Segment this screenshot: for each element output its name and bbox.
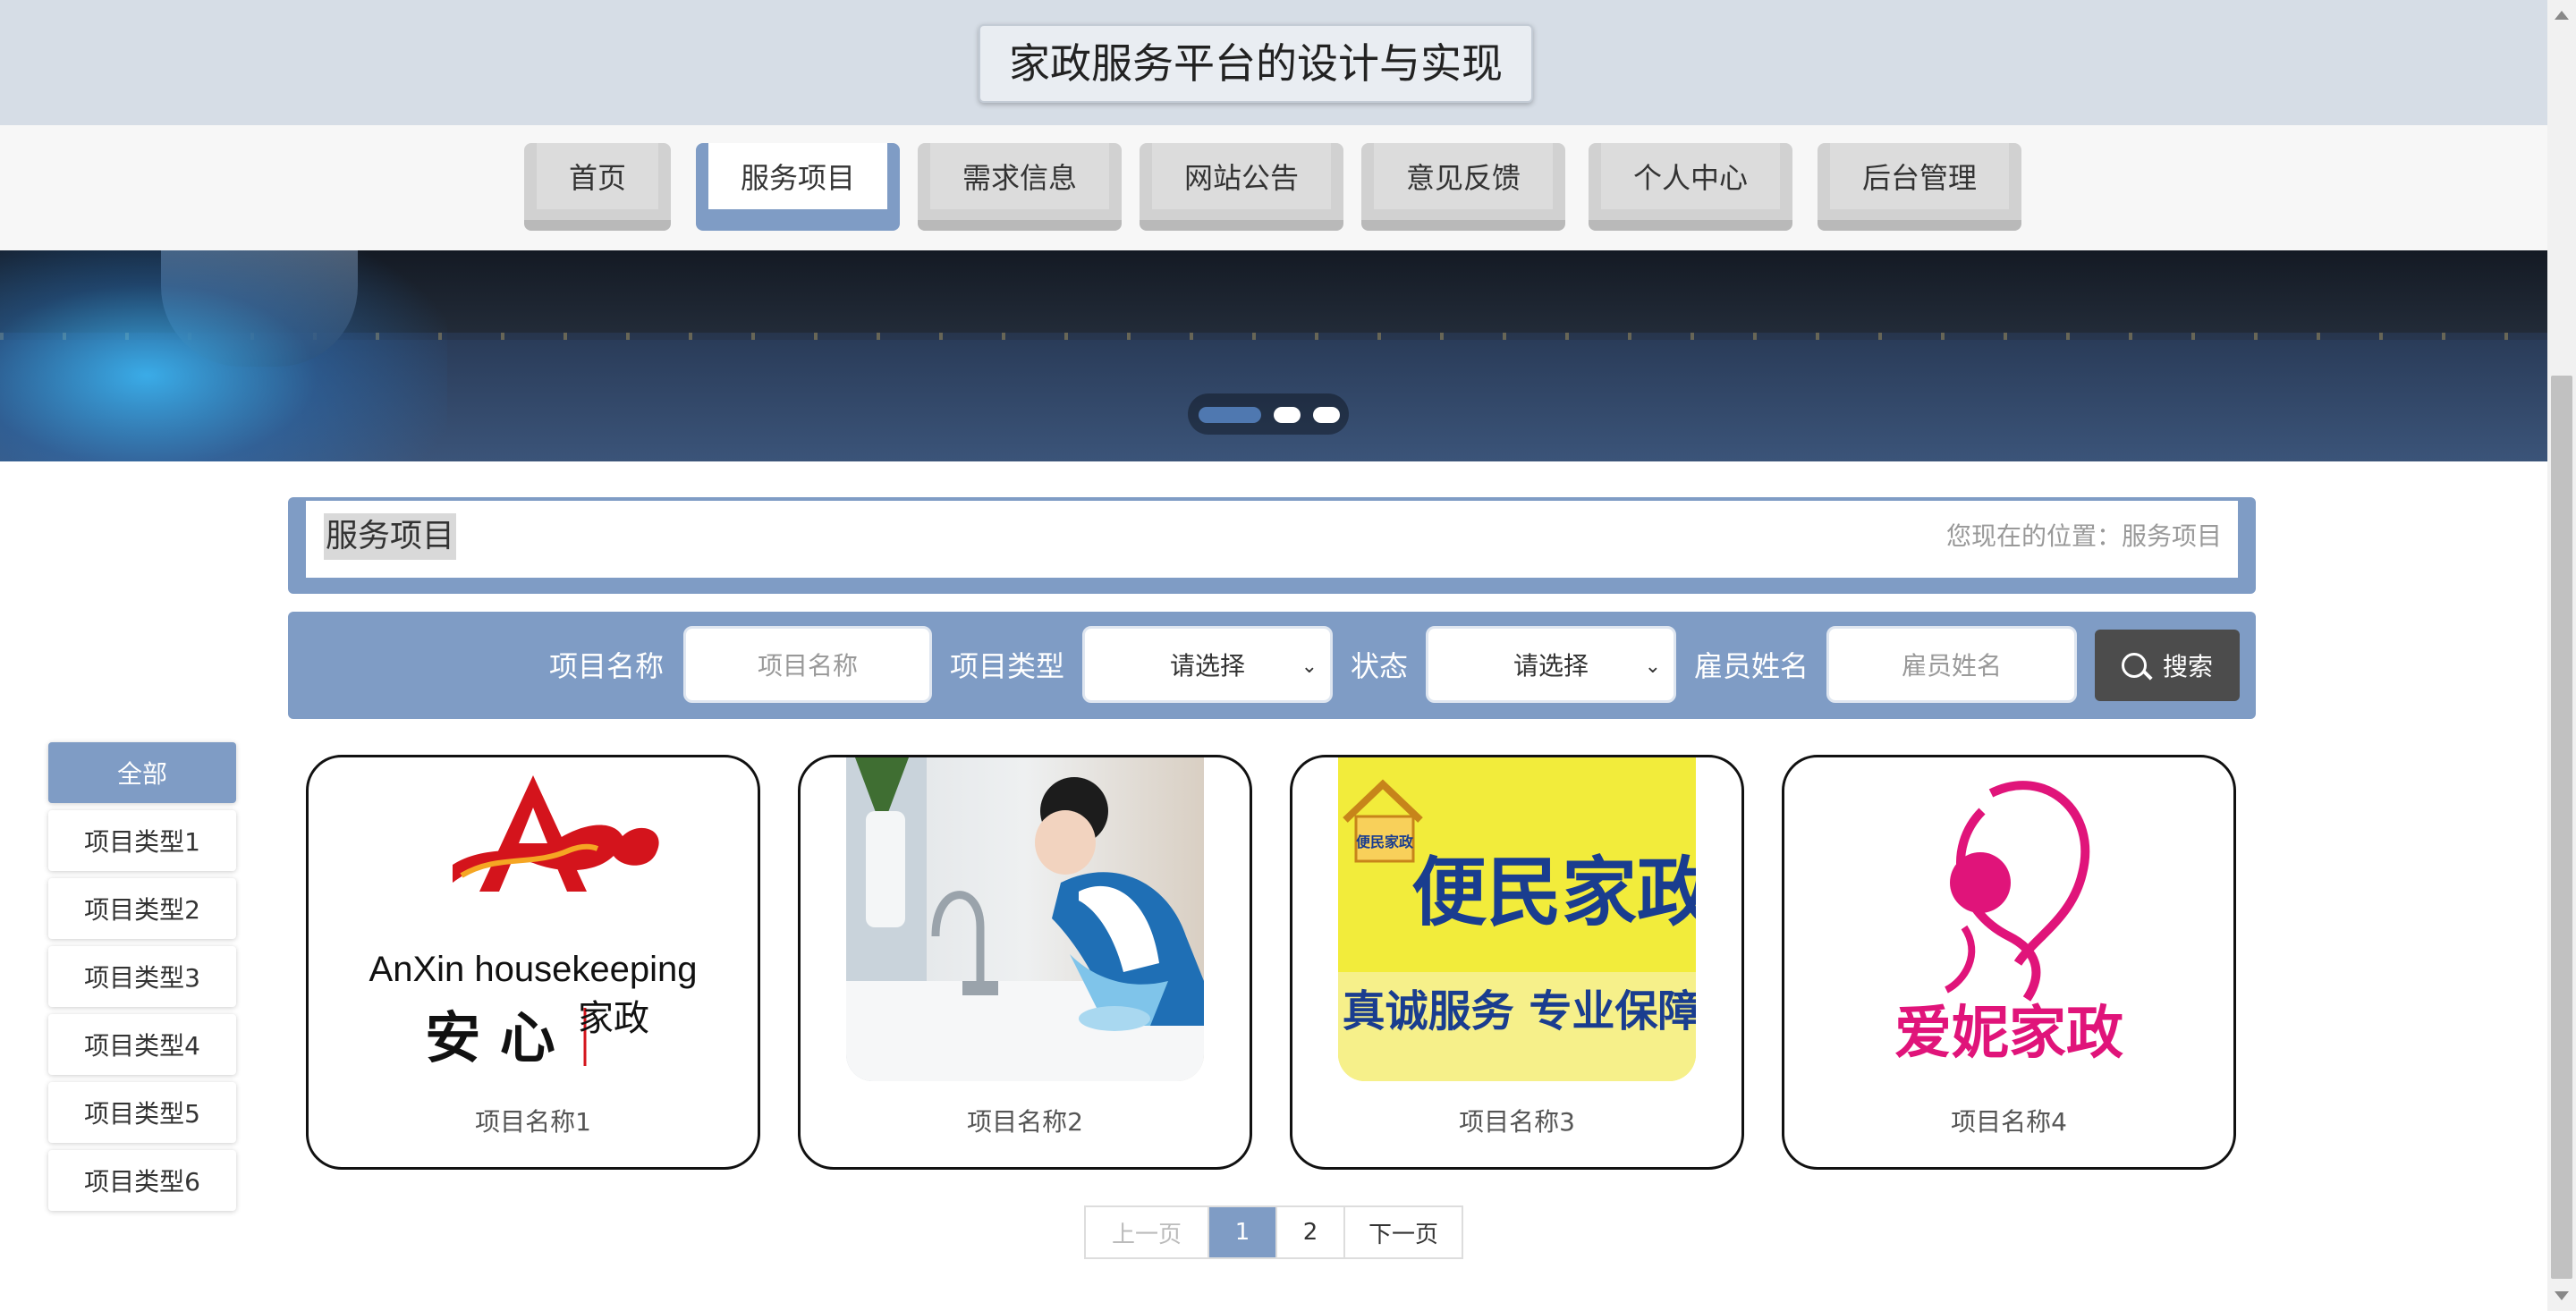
employee-name-label: 雇员姓名 — [1694, 649, 1809, 683]
status-value: 请选择 — [1513, 651, 1589, 681]
service-card-name: 项目名称2 — [967, 1107, 1083, 1137]
next-page-button[interactable]: 下一页 — [1345, 1207, 1462, 1257]
aini-logo: 爱妮家政 — [1830, 757, 2188, 1081]
carousel-indicators — [1188, 393, 1349, 435]
status-label: 状态 — [1351, 649, 1409, 683]
project-type-select[interactable]: 请选择 ⌄ — [1082, 626, 1333, 703]
project-type-label: 项目类型 — [950, 649, 1065, 683]
service-card-name: 项目名称4 — [1951, 1107, 2067, 1137]
carousel-dot-3[interactable] — [1313, 407, 1340, 423]
anxin-logo-image: AnXin housekeeping 安 心 家政 — [354, 757, 712, 1081]
carousel-dot-2[interactable] — [1274, 407, 1301, 423]
pagination: 上一页 1 2 下一页 — [1084, 1205, 1463, 1259]
nav-label: 服务项目 — [708, 143, 887, 209]
bianmin-logo: 便民家政 便民家政 真诚服务 专业保障 — [1338, 757, 1696, 1081]
nav-announcements[interactable]: 网站公告 — [1140, 143, 1343, 231]
category-type-1[interactable]: 项目类型1 — [48, 810, 236, 871]
category-type-4[interactable]: 项目类型4 — [48, 1014, 236, 1075]
service-card-name: 项目名称1 — [475, 1107, 591, 1137]
cleaning-photo — [846, 757, 1204, 1081]
carousel-dot-1[interactable] — [1199, 407, 1261, 423]
category-all[interactable]: 全部 — [48, 742, 236, 803]
site-title: 家政服务平台的设计与实现 — [979, 24, 1533, 103]
nav-home[interactable]: 首页 — [524, 143, 671, 231]
nav-label: 网站公告 — [1152, 143, 1331, 209]
nav-profile[interactable]: 个人中心 — [1589, 143, 1792, 231]
cleaning-photo-art — [846, 757, 1204, 1081]
search-button-label: 搜索 — [2162, 652, 2213, 681]
nav-label: 意见反馈 — [1374, 143, 1553, 209]
service-card-name: 项目名称3 — [1459, 1107, 1575, 1137]
service-card[interactable]: 项目名称2 — [798, 755, 1252, 1170]
logo-text-main: 便民家政 — [1411, 849, 1696, 936]
category-type-2[interactable]: 项目类型2 — [48, 878, 236, 939]
nav-admin[interactable]: 后台管理 — [1818, 143, 2021, 231]
anxin-logo: AnXin housekeeping 安 心 家政 — [354, 757, 712, 1081]
scroll-up-icon[interactable] — [2555, 11, 2569, 20]
scroll-down-icon[interactable] — [2555, 1291, 2569, 1300]
status-select[interactable]: 请选择 ⌄ — [1426, 626, 1676, 703]
page-1-button[interactable]: 1 — [1209, 1207, 1277, 1257]
nav-label: 后台管理 — [1830, 143, 2009, 209]
search-icon — [2121, 653, 2147, 678]
logo-text-cn: 安 心 — [425, 1005, 555, 1070]
page-title: 服务项目 — [324, 513, 457, 560]
logo-badge-text: 便民家政 — [1356, 833, 1414, 850]
logo-text-sub: 真诚服务 专业保障 — [1343, 986, 1696, 1036]
chevron-down-icon: ⌄ — [1644, 656, 1661, 678]
service-card[interactable]: 便民家政 便民家政 真诚服务 专业保障 项目名称3 — [1290, 755, 1744, 1170]
employee-name-input[interactable]: 雇员姓名 — [1826, 626, 2077, 703]
scrollbar[interactable] — [2547, 0, 2576, 1311]
bianmin-logo-image: 便民家政 便民家政 真诚服务 专业保障 — [1338, 757, 1696, 1081]
chevron-down-icon: ⌄ — [1301, 656, 1318, 678]
nav-label: 首页 — [537, 143, 658, 209]
category-type-3[interactable]: 项目类型3 — [48, 946, 236, 1007]
service-card[interactable]: AnXin housekeeping 安 心 家政 项目名称1 — [306, 755, 760, 1170]
logo-text-en: AnXin housekeeping — [369, 950, 698, 989]
project-name-label: 项目名称 — [549, 649, 665, 683]
page-2-button[interactable]: 2 — [1277, 1207, 1345, 1257]
prev-page-button[interactable]: 上一页 — [1086, 1207, 1209, 1257]
logo-text-side: 家政 — [578, 998, 649, 1039]
logo-text: 爱妮家政 — [1894, 1001, 2123, 1067]
service-card[interactable]: 爱妮家政 项目名称4 — [1782, 755, 2236, 1170]
scrollbar-thumb[interactable] — [2551, 376, 2572, 1279]
nav-services[interactable]: 服务项目 — [696, 143, 900, 231]
nav-demands[interactable]: 需求信息 — [918, 143, 1122, 231]
aini-logo-image: 爱妮家政 — [1830, 757, 2188, 1081]
nav-feedback[interactable]: 意见反馈 — [1361, 143, 1565, 231]
category-type-5[interactable]: 项目类型5 — [48, 1082, 236, 1143]
category-type-6[interactable]: 项目类型6 — [48, 1150, 236, 1211]
project-name-input[interactable]: 项目名称 — [683, 626, 932, 703]
nav-label: 个人中心 — [1601, 143, 1780, 209]
search-button[interactable]: 搜索 — [2095, 630, 2240, 701]
banner-carousel[interactable] — [0, 250, 2547, 461]
project-type-value: 请选择 — [1169, 651, 1245, 681]
nav-label: 需求信息 — [930, 143, 1109, 209]
banner-glow — [0, 250, 447, 461]
breadcrumb: 您现在的位置：服务项目 — [1945, 521, 2222, 551]
